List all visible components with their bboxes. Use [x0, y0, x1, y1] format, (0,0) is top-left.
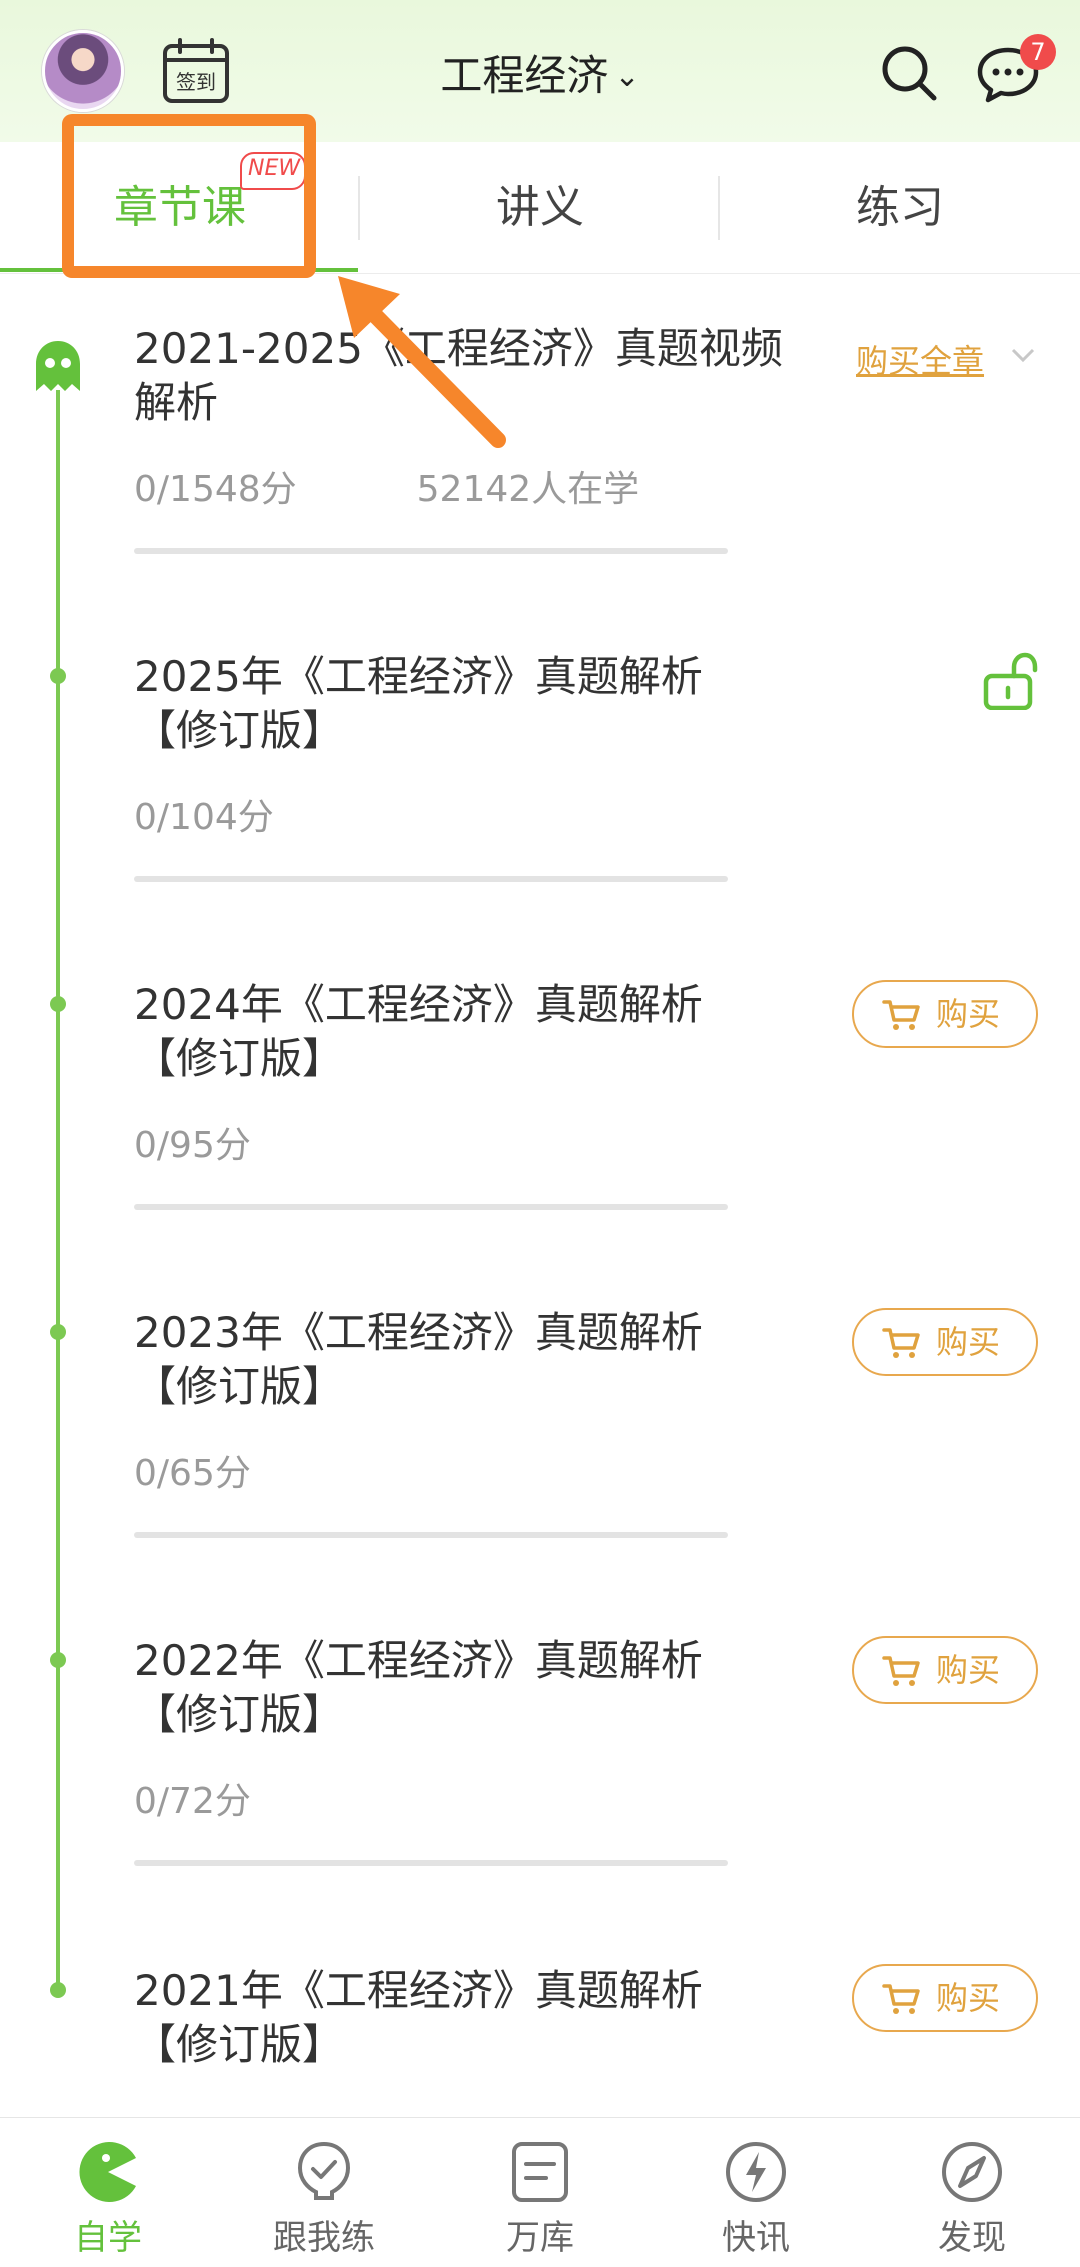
buy-label: 购买 — [936, 1979, 1001, 2017]
tab-practice[interactable]: 练习 — [720, 142, 1080, 274]
nav-practice-with-me[interactable]: 跟我练 — [216, 2118, 432, 2267]
timeline-dot — [50, 1652, 66, 1668]
chapter-ghost-icon — [36, 341, 80, 391]
buy-button[interactable]: 购买 — [852, 1636, 1038, 1704]
buy-label: 购买 — [936, 995, 1001, 1033]
lesson-title: 2024年《工程经济》真题解析【修订版】 — [134, 980, 703, 1083]
nav-news[interactable]: 快讯 — [648, 2118, 864, 2267]
cart-icon — [882, 1656, 920, 1686]
highlight-arrow — [338, 276, 506, 448]
chevron-down-icon[interactable] — [1008, 340, 1038, 370]
nav-label: 快讯 — [722, 2218, 790, 2258]
list-item[interactable]: 2025年《工程经济》真题解析【修订版】 0/104分 — [134, 650, 1034, 882]
lesson-score: 0/72分 — [134, 1781, 251, 1822]
nav-label: 万库 — [506, 2218, 574, 2258]
tab-label: 练习 — [856, 182, 944, 233]
unlock-icon[interactable] — [982, 652, 1038, 710]
page-title: 工程经济 — [440, 51, 609, 100]
timeline-dot — [50, 668, 66, 684]
cart-icon — [882, 1328, 920, 1358]
lesson-meta: 0/104分 — [134, 788, 1034, 840]
lesson-progress-bar — [134, 1860, 728, 1866]
search-icon[interactable] — [880, 44, 938, 102]
nav-label: 跟我练 — [273, 2218, 375, 2258]
nav-discover[interactable]: 发现 — [864, 2118, 1080, 2267]
lesson-meta: 0/72分 — [134, 1772, 1034, 1824]
timeline-dot — [50, 1982, 66, 1998]
timeline-line — [56, 390, 60, 1990]
highlight-box — [62, 114, 316, 278]
nav-label: 发现 — [938, 2218, 1006, 2258]
lesson-progress-bar — [134, 876, 728, 882]
chapter-score: 0/1548分 — [134, 469, 297, 510]
cart-icon — [882, 1000, 920, 1030]
lesson-score: 0/95分 — [134, 1125, 251, 1166]
pacman-icon — [79, 2142, 136, 2202]
lesson-title: 2021年《工程经济》真题解析【修订版】 — [134, 1966, 703, 2069]
chapter-progress-bar — [134, 548, 728, 554]
buy-all-chapter-link[interactable]: 购买全章 — [856, 336, 984, 382]
cart-icon — [882, 1984, 920, 2014]
chevron-down-icon: ⌄ — [614, 59, 640, 94]
buy-button[interactable]: 购买 — [852, 1308, 1038, 1376]
chapter-learners: 52142人在学 — [416, 469, 640, 510]
tab-handout[interactable]: 讲义 — [360, 142, 720, 274]
lesson-meta: 0/65分 — [134, 1444, 1034, 1496]
lesson-score: 0/104分 — [134, 797, 274, 838]
lesson-score: 0/65分 — [134, 1453, 251, 1494]
message-count-badge: 7 — [1020, 34, 1056, 70]
lesson-meta: 0/95分 — [134, 1116, 1034, 1168]
lightning-icon — [726, 2142, 786, 2202]
check-bulb-icon — [297, 2141, 351, 2200]
lesson-title: 2023年《工程经济》真题解析【修订版】 — [134, 1308, 703, 1411]
buy-label: 购买 — [936, 1651, 1001, 1689]
lesson-progress-bar — [134, 1204, 728, 1210]
timeline-dot — [50, 1324, 66, 1340]
timeline-dot — [50, 996, 66, 1012]
nav-self-study[interactable]: 自学 — [0, 2118, 216, 2267]
bottom-nav: 自学 跟我练 万库 快讯 发现 — [0, 2117, 1080, 2267]
nav-library[interactable]: 万库 — [432, 2118, 648, 2267]
chapter-meta: 0/1548分 52142人在学 — [134, 460, 1034, 512]
buy-label: 购买 — [936, 1323, 1001, 1361]
lesson-progress-bar — [134, 1532, 728, 1538]
lesson-title: 2022年《工程经济》真题解析【修订版】 — [134, 1636, 703, 1739]
buy-button[interactable]: 购买 — [852, 1964, 1038, 2032]
buy-button[interactable]: 购买 — [852, 980, 1038, 1048]
tab-label: 讲义 — [496, 182, 584, 233]
compass-icon — [942, 2142, 1002, 2202]
nav-label: 自学 — [74, 2218, 142, 2258]
document-icon — [512, 2142, 568, 2202]
lesson-title: 2025年《工程经济》真题解析【修订版】 — [134, 652, 703, 755]
